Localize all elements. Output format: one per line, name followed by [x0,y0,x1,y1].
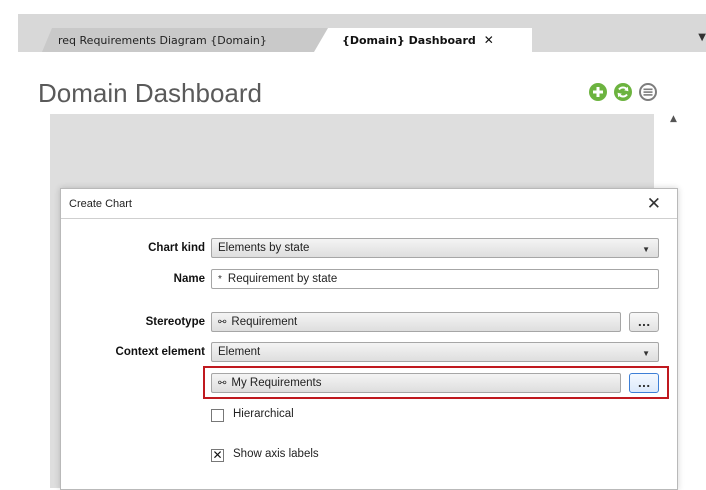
show-axis-labels-label: Show axis labels [233,448,319,460]
context-browse-button[interactable]: ... [629,373,659,393]
show-axis-labels-checkbox[interactable]: ✕ [211,449,224,462]
page-title: Domain Dashboard [38,78,263,108]
hierarchical-checkbox[interactable] [211,409,224,422]
dialog-title: Create Chart [69,198,132,210]
stereotype-value: Requirement [231,316,298,328]
chevron-down-icon: ▼ [642,245,650,254]
dialog-header-divider [61,218,677,219]
dashboard-toolbar [588,82,658,102]
chart-kind-label: Chart kind [148,242,205,254]
name-label: Name [173,273,205,285]
tab-close-icon[interactable]: ✕ [484,33,494,47]
create-chart-dialog: Create Chart ✕ Chart kind Elements by st… [60,188,678,490]
stereotype-label: Stereotype [145,316,205,328]
required-marker: * [218,273,222,285]
chart-kind-value: Elements by state [218,242,310,254]
context-value: My Requirements [231,377,322,389]
context-element-select[interactable]: Element ▼ [211,342,659,362]
chevron-down-icon: ▼ [642,349,650,358]
add-circle-icon[interactable] [588,82,608,102]
dialog-header: Create Chart ✕ [61,189,677,217]
name-value: Requirement by state [227,273,338,285]
context-value-field[interactable]: ⚯ My Requirements [211,373,621,393]
tab-overflow-icon[interactable]: ▼ [698,32,706,43]
tab-strip: req Requirements Diagram {Domain} {Domai… [0,0,706,52]
tab-label: {Domain} Dashboard [342,33,476,47]
tab-requirements-diagram[interactable]: req Requirements Diagram {Domain} [42,28,348,52]
chart-kind-select[interactable]: Elements by state ▼ [211,238,659,258]
hierarchical-label: Hierarchical [233,408,294,420]
tab-label: req Requirements Diagram {Domain} [58,33,267,47]
menu-circle-icon[interactable] [638,82,658,102]
context-element-value: Element [218,346,261,358]
stereotype-browse-button[interactable]: ... [629,312,659,332]
context-link-icon: ⚯ [218,377,227,389]
dialog-close-icon[interactable]: ✕ [647,194,661,214]
stereotype-link-icon: ⚯ [218,316,227,328]
context-element-label: Context element [115,346,205,358]
refresh-circle-icon[interactable] [613,82,633,102]
name-field[interactable]: * Requirement by state [211,269,659,289]
scroll-up-arrow-icon[interactable]: ▲ [670,114,677,124]
stereotype-field[interactable]: ⚯ Requirement [211,312,621,332]
tab-domain-dashboard[interactable]: {Domain} Dashboard ✕ [314,28,532,52]
